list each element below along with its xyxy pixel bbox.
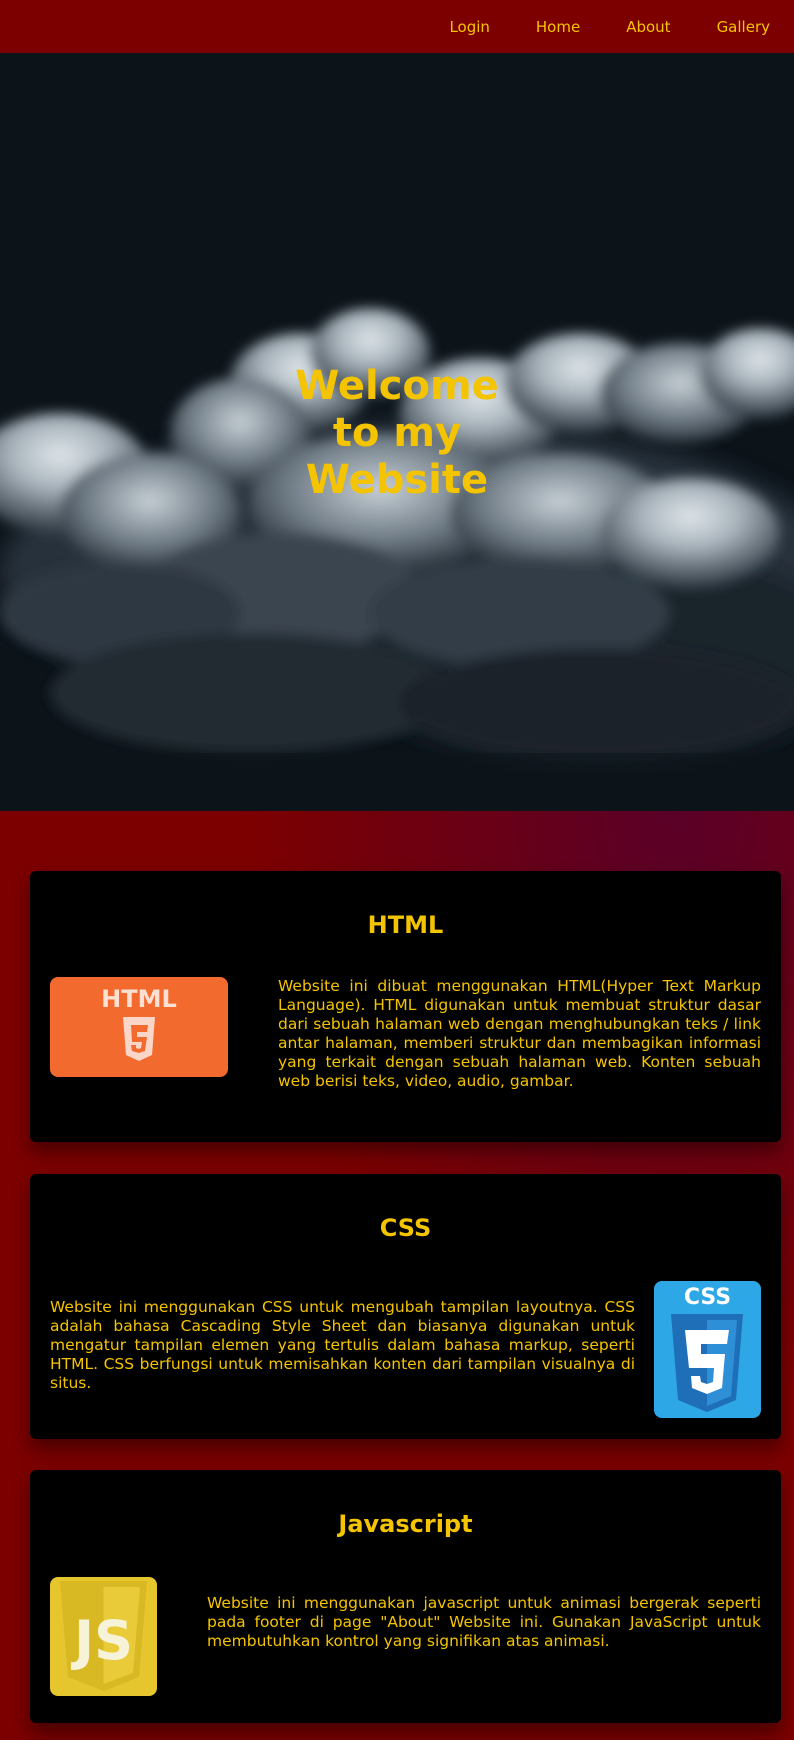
html5-shield-icon xyxy=(123,1017,155,1061)
javascript-logo-text: JS xyxy=(70,1609,133,1672)
nav-link-about[interactable]: About xyxy=(626,18,670,36)
hero-title-line-1: Welcome xyxy=(295,363,499,409)
hero-title-line-2: to my xyxy=(332,410,462,456)
hero-title: Welcome to my Website xyxy=(0,363,794,504)
css-card-title: CSS xyxy=(379,1214,432,1242)
css3-logo-icon: CSS xyxy=(654,1281,761,1418)
javascript-card-text: Website ini menggunakan javascript untuk… xyxy=(207,1594,761,1650)
css3-logo-text: CSS xyxy=(683,1285,732,1310)
javascript-logo-icon: JS xyxy=(50,1577,157,1696)
html-card: HTML HTML Website ini dibuat menggunakan… xyxy=(30,871,781,1142)
javascript-card-title: Javascript xyxy=(338,1510,473,1538)
html-card-title: HTML xyxy=(367,911,444,939)
nav-link-home[interactable]: Home xyxy=(536,18,580,36)
javascript-shield-icon: JS xyxy=(60,1581,147,1691)
nav-link-login[interactable]: Login xyxy=(449,18,489,36)
javascript-card: Javascript JS Website ini menggunakan ja… xyxy=(30,1470,781,1723)
hero-banner: Welcome to my Website xyxy=(0,53,794,811)
hero-title-line-3: Website xyxy=(305,457,489,503)
css-card: CSS CSS Website ini menggunakan CSS untu… xyxy=(30,1174,781,1439)
css-card-text: Website ini menggunakan CSS untuk mengub… xyxy=(50,1298,635,1392)
nav-link-gallery[interactable]: Gallery xyxy=(717,18,770,36)
html5-logo-icon: HTML xyxy=(50,977,228,1077)
css3-shield-icon xyxy=(671,1314,743,1412)
top-navbar: Login Home About Gallery xyxy=(0,0,794,53)
html5-logo-text: HTML xyxy=(101,985,177,1013)
